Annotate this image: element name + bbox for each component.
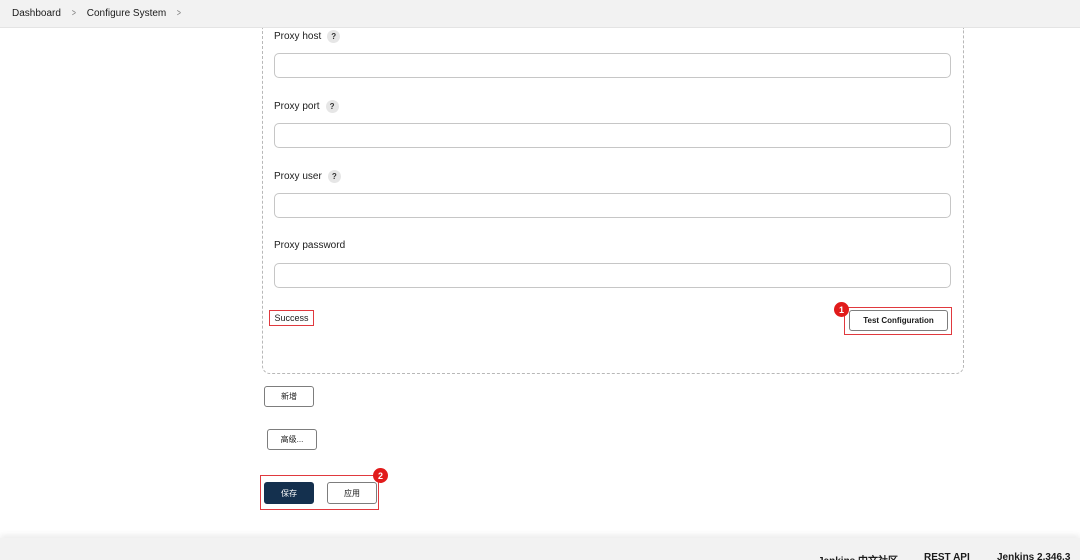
breadcrumb-configure-system[interactable]: Configure System <box>87 8 166 19</box>
status-success: Success <box>269 310 314 326</box>
breadcrumb: Dashboard > Configure System > <box>0 0 1080 28</box>
footer-version-link[interactable]: Jenkins 2.346.3 <box>997 552 1070 560</box>
proxy-port-input[interactable] <box>274 123 951 148</box>
proxy-host-label: Proxy host ? <box>274 30 341 43</box>
apply-button[interactable]: 应用 <box>327 482 377 504</box>
annotation-marker-2: 2 <box>373 468 388 483</box>
proxy-port-label: Proxy port ? <box>274 100 339 113</box>
save-button[interactable]: 保存 <box>264 482 314 504</box>
chevron-right-icon[interactable]: > <box>177 8 181 19</box>
help-icon[interactable]: ? <box>327 170 341 183</box>
proxy-user-label: Proxy user ? <box>274 170 341 183</box>
proxy-host-input[interactable] <box>274 53 951 78</box>
test-configuration-button[interactable]: Test Configuration <box>849 310 948 331</box>
breadcrumb-dashboard[interactable]: Dashboard <box>12 8 61 19</box>
proxy-password-label-text: Proxy password <box>274 240 346 251</box>
footer-community-link[interactable]: Jenkins 中文社区 <box>818 552 898 560</box>
proxy-password-label: Proxy password <box>274 240 345 251</box>
footer: Jenkins 中文社区 REST API Jenkins 2.346.3 <box>0 538 1080 560</box>
annotation-marker-1: 1 <box>834 302 849 317</box>
add-button[interactable]: 新增 <box>264 386 314 407</box>
proxy-password-input[interactable] <box>274 263 951 288</box>
proxy-host-label-text: Proxy host <box>274 31 322 42</box>
proxy-port-label-text: Proxy port <box>274 101 320 112</box>
proxy-user-input[interactable] <box>274 193 951 218</box>
proxy-user-label-text: Proxy user <box>274 171 322 182</box>
advanced-button[interactable]: 高级... <box>267 429 317 450</box>
help-icon[interactable]: ? <box>325 100 339 113</box>
chevron-right-icon[interactable]: > <box>72 8 76 19</box>
footer-rest-api-link[interactable]: REST API <box>924 552 970 560</box>
help-icon[interactable]: ? <box>327 30 341 43</box>
